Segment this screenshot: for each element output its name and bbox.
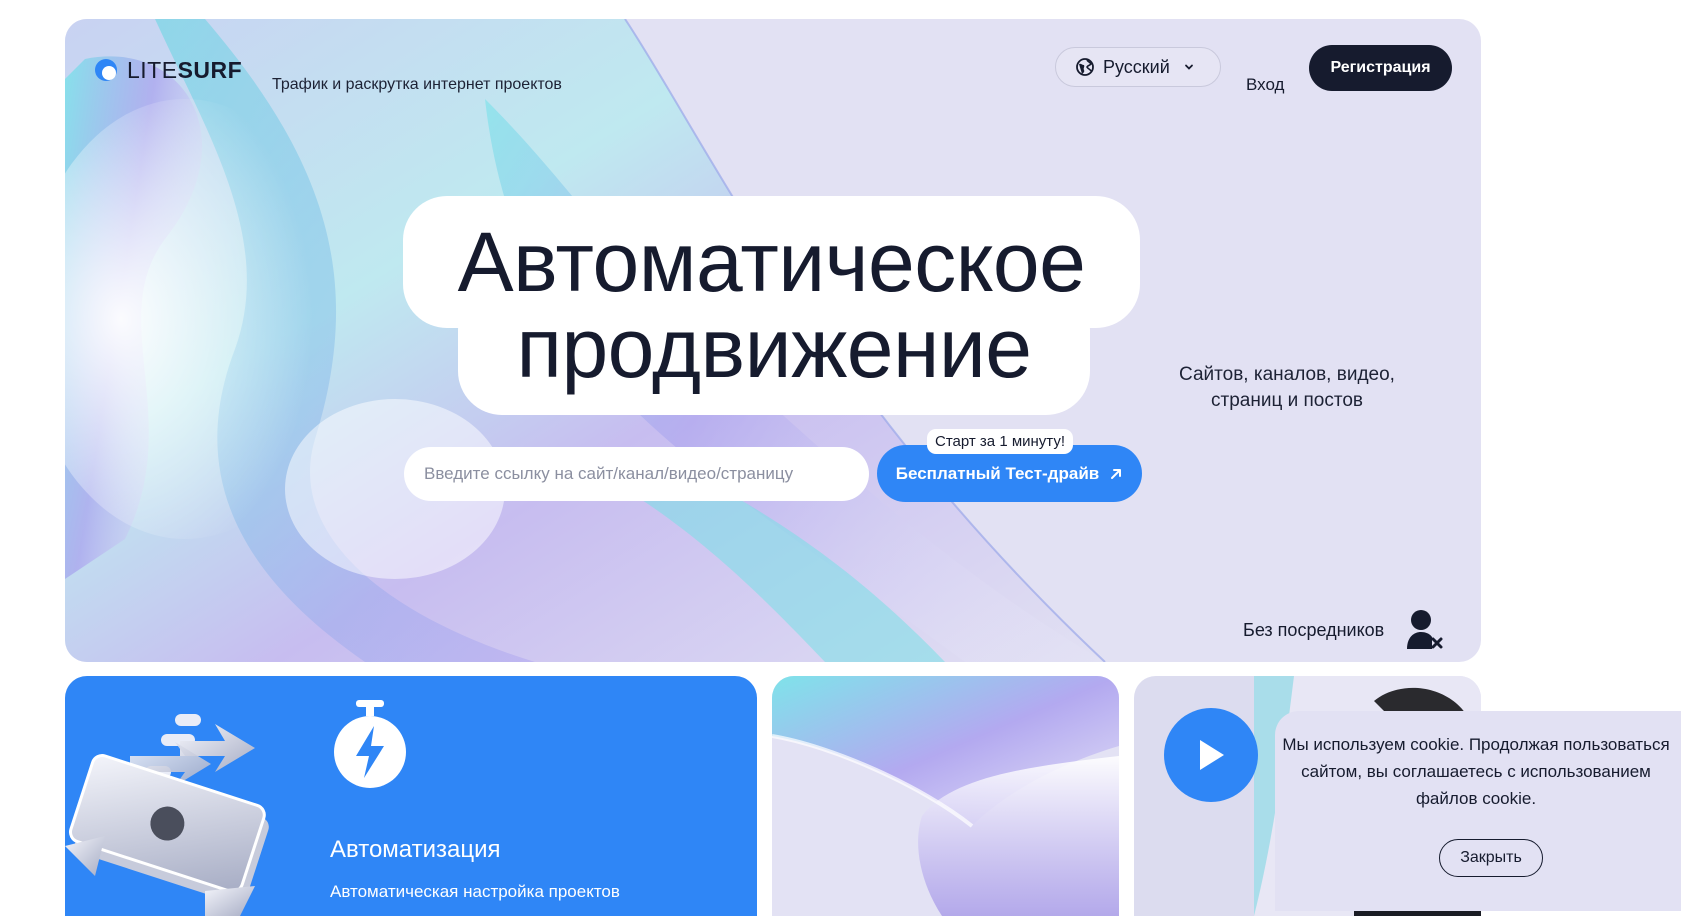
cookie-banner: Мы используем cookie. Продолжая пользова… — [1275, 711, 1681, 911]
globe-icon — [1076, 58, 1094, 76]
hero-headline: Автоматическое продвижение — [403, 196, 1206, 415]
start-badge: Старт за 1 минуту! — [927, 429, 1074, 454]
user-x-icon — [1407, 610, 1443, 649]
site-header: LITESURF Трафик и раскрутка интернет про… — [65, 19, 1481, 117]
brand-name: LITESURF — [127, 56, 243, 83]
hero-subtitle: Сайтов, каналов, видео, страниц и постов — [1179, 364, 1395, 411]
headline-line-1: Автоматическое — [457, 215, 1086, 309]
no-middlemen-label: Без посредников — [1243, 620, 1385, 640]
automation-card: Автоматизация Автоматическая настройка п… — [65, 676, 757, 916]
cookie-message: Мы используем cookie. Продолжая пользова… — [1282, 735, 1670, 808]
automation-title: Автоматизация — [330, 836, 501, 863]
money-illustration — [65, 714, 269, 916]
chevron-down-icon — [1184, 64, 1193, 70]
login-link[interactable]: Вход — [1246, 75, 1284, 95]
play-video-button[interactable] — [1164, 708, 1258, 802]
url-input[interactable] — [404, 447, 869, 501]
headline-line-2: продвижение — [516, 301, 1032, 395]
test-drive-label: Бесплатный Тест-драйв — [895, 463, 1100, 483]
hero-section: LITESURF Трафик и раскрутка интернет про… — [65, 19, 1481, 662]
language-selector[interactable]: Русский — [1055, 47, 1221, 87]
site-tagline: Трафик и раскрутка интернет проектов — [272, 76, 562, 93]
arrow-up-right-icon — [1111, 468, 1122, 479]
brand-logo[interactable]: LITESURF — [95, 55, 242, 85]
play-icon — [1200, 740, 1224, 770]
litesurf-logo-icon — [95, 59, 117, 81]
stopwatch-bolt-icon — [334, 700, 406, 788]
cookie-close-button[interactable]: Закрыть — [1439, 839, 1543, 877]
glass-illustration — [772, 676, 1119, 916]
glass-art-card — [772, 676, 1119, 916]
language-label: Русский — [1103, 56, 1170, 77]
automation-description: Автоматическая настройка проектов — [330, 882, 620, 901]
register-button[interactable]: Регистрация — [1309, 45, 1452, 91]
